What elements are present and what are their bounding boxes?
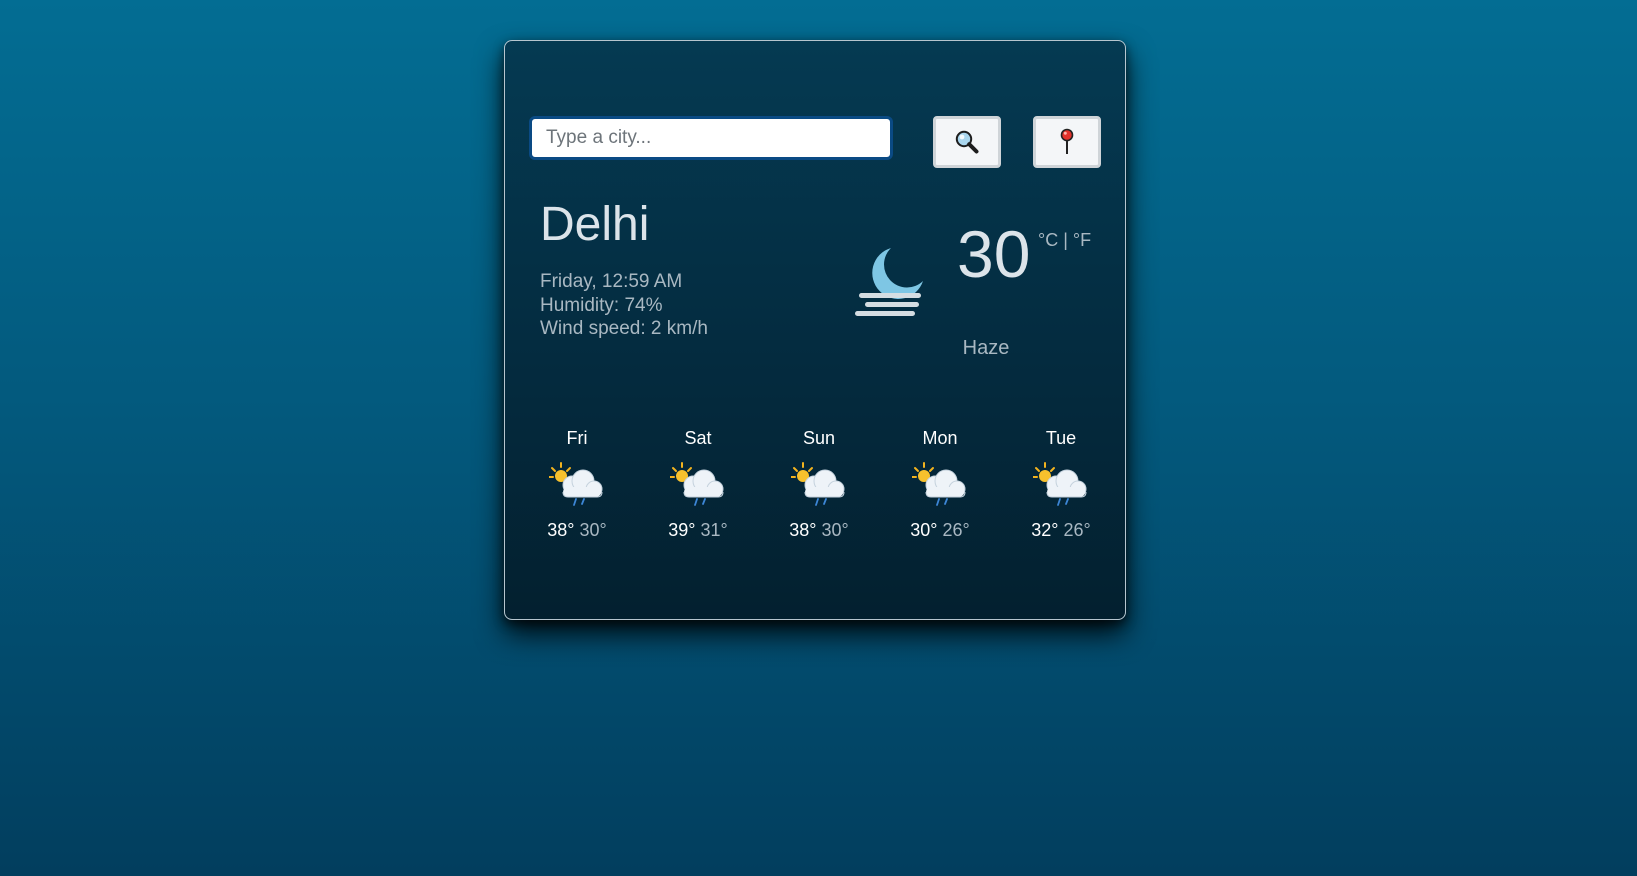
- forecast-day-name: Sat: [684, 428, 712, 448]
- forecast-min-temp: 30°: [821, 520, 849, 540]
- pushpin-icon: [1060, 128, 1074, 154]
- forecast-day-name: Sun: [802, 428, 836, 448]
- forecast-min-temp: 30°: [579, 520, 607, 540]
- date-time: Friday, 12:59 AM: [540, 271, 683, 292]
- forecast-temperatures: 32° 26°: [1011, 520, 1111, 541]
- current-temperature: 30: [957, 217, 1031, 291]
- sun-cloud-rain-icon: [670, 462, 724, 506]
- weather-condition: Haze: [962, 337, 1010, 359]
- forecast-min-temp: 26°: [1063, 520, 1091, 540]
- forecast-temperatures: 30° 26°: [890, 520, 990, 541]
- wind-speed: Wind speed: 2 km/h: [540, 318, 708, 339]
- city-name: Delhi: [540, 198, 650, 251]
- forecast-min-temp: 26°: [942, 520, 970, 540]
- forecast-day-name: Fri: [566, 428, 588, 448]
- humidity: Humidity: 74%: [540, 294, 663, 316]
- forecast-day-name: Mon: [922, 428, 958, 448]
- forecast-day: Fri 38° 30°: [527, 428, 627, 541]
- weather-details: Friday, 12:59 AM Humidity: 74% Wind spee…: [540, 270, 708, 341]
- weather-card: Delhi Friday, 12:59 AM Humidity: 74% Win…: [504, 40, 1126, 620]
- forecast-day-name: Tue: [1045, 428, 1077, 448]
- unit-separator: |: [1063, 230, 1068, 250]
- search-button[interactable]: [933, 116, 1001, 168]
- unit-toggle: °C | °F: [1038, 230, 1091, 251]
- forecast-day: Sat 39° 31°: [648, 428, 748, 541]
- sun-cloud-rain-icon: [791, 462, 845, 506]
- moon-haze-icon: [855, 248, 923, 316]
- magnifying-glass-icon: [955, 130, 979, 154]
- forecast-max-temp: 38°: [547, 520, 575, 540]
- sun-cloud-rain-icon: [912, 462, 966, 506]
- forecast-temperatures: 39° 31°: [648, 520, 748, 541]
- celsius-link[interactable]: °C: [1038, 230, 1058, 250]
- forecast-day: Mon 30° 26°: [890, 428, 990, 541]
- forecast-day: Tue 32° 26°: [1011, 428, 1111, 541]
- forecast-max-temp: 30°: [910, 520, 938, 540]
- forecast-max-temp: 38°: [789, 520, 817, 540]
- forecast-max-temp: 32°: [1031, 520, 1059, 540]
- current-location-button[interactable]: [1033, 116, 1101, 168]
- forecast-min-temp: 31°: [700, 520, 728, 540]
- sun-cloud-rain-icon: [549, 462, 603, 506]
- sun-cloud-rain-icon: [1033, 462, 1087, 506]
- forecast-max-temp: 39°: [668, 520, 696, 540]
- forecast-day: Sun 38° 30°: [769, 428, 869, 541]
- forecast-temperatures: 38° 30°: [769, 520, 869, 541]
- forecast-temperatures: 38° 30°: [527, 520, 627, 541]
- fahrenheit-link[interactable]: °F: [1073, 230, 1091, 250]
- city-search-input[interactable]: [529, 116, 893, 160]
